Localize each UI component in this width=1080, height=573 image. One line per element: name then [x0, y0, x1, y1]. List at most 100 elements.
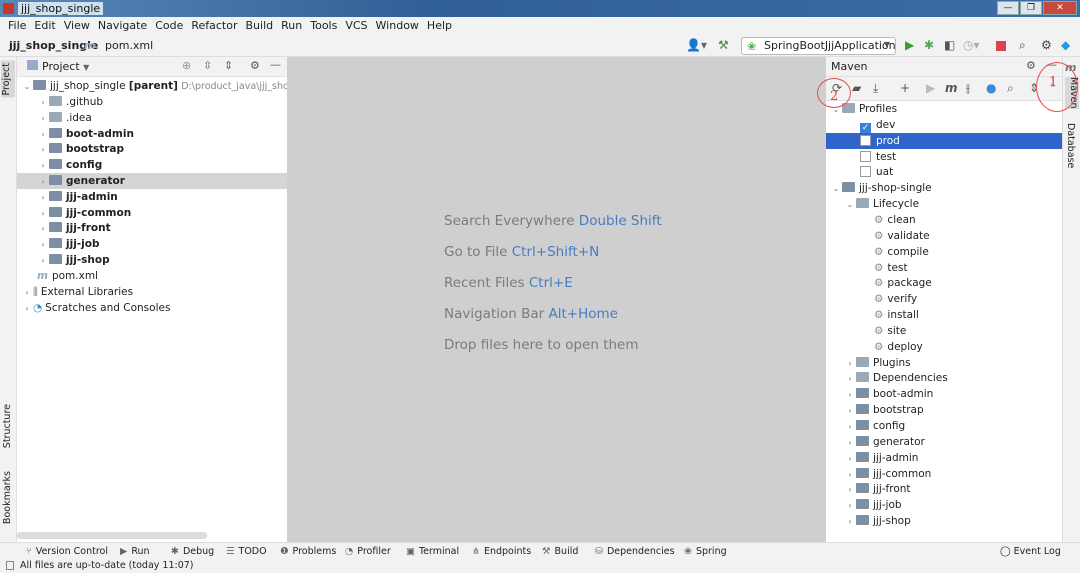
lifecycle-test[interactable]: ⚙ test	[826, 260, 1062, 276]
tab-database[interactable]: Database	[1065, 123, 1076, 168]
tree-item-jjjcommon[interactable]: › jjj-common	[17, 205, 287, 221]
profile-checkbox[interactable]	[860, 150, 871, 162]
tool-tab-spring[interactable]: ❀ Spring	[684, 546, 727, 557]
tool-tab-endpoints[interactable]: ⋔ Endpoints	[472, 546, 531, 557]
tree-lifecycle[interactable]: ⌄ Lifecycle	[826, 196, 1062, 212]
tool-tab-profiler[interactable]: ◔ Profiler	[345, 546, 391, 557]
tree-item-jjjshop[interactable]: › jjj-shop	[17, 252, 287, 268]
minimize-button[interactable]: —	[997, 1, 1019, 15]
lifecycle-install[interactable]: ⚙ install	[826, 307, 1062, 323]
tree-item-generator[interactable]: › generator	[17, 173, 287, 189]
module-bootstrap[interactable]: › bootstrap	[826, 402, 1062, 418]
download-icon[interactable]: ⤓	[873, 81, 878, 96]
maximize-button[interactable]: ❐	[1020, 1, 1042, 15]
gear-icon[interactable]: ⚙	[250, 59, 260, 72]
tree-item-github[interactable]: › .github	[17, 94, 287, 110]
profile-prod[interactable]: prod	[826, 132, 1062, 149]
tree-dependencies[interactable]: › Dependencies	[826, 370, 1062, 386]
run-icon[interactable]: ▶	[905, 38, 914, 52]
menu-refactor[interactable]: Refactor	[187, 17, 241, 35]
tool-tab-run[interactable]: ▶ Run	[120, 546, 150, 557]
expand-all-icon[interactable]: ⇳	[203, 59, 212, 72]
horizontal-scrollbar[interactable]	[17, 532, 207, 539]
tree-item-pom[interactable]: m pom.xml	[17, 268, 287, 284]
execute-goal-icon[interactable]: m	[945, 81, 958, 95]
tool-tab-build[interactable]: ⚒ Build	[542, 546, 578, 557]
project-view-select[interactable]: Project	[42, 60, 80, 73]
profile-icon[interactable]: ◷▾	[963, 38, 980, 52]
lifecycle-site[interactable]: ⚙ site	[826, 323, 1062, 339]
tree-plugins[interactable]: › Plugins	[826, 355, 1062, 371]
module-generator[interactable]: › generator	[826, 434, 1062, 450]
tree-item-config[interactable]: › config	[17, 157, 287, 173]
tool-tab-dependencies[interactable]: ⛁ Dependencies	[595, 546, 675, 557]
module-jjj-shop[interactable]: › jjj-shop	[826, 513, 1062, 529]
run-icon[interactable]: ▶	[926, 81, 935, 95]
toggle-offline-icon[interactable]: ⫲	[966, 81, 970, 96]
module-jjj-admin[interactable]: › jjj-admin	[826, 450, 1062, 466]
profile-dev[interactable]: ✓ dev	[826, 117, 1062, 134]
module-jjj-front[interactable]: › jjj-front	[826, 481, 1062, 497]
tree-item-bootadmin[interactable]: › boot-admin	[17, 126, 287, 142]
menu-tools[interactable]: Tools	[306, 17, 341, 35]
gear-icon[interactable]: ⚙	[1026, 59, 1036, 72]
build-hammer-icon[interactable]: ⚒	[718, 38, 729, 52]
event-log-tab[interactable]: ◯ Event Log	[1000, 546, 1061, 557]
menu-window[interactable]: Window	[372, 17, 423, 35]
profile-checkbox[interactable]	[860, 166, 871, 178]
tree-item-external-libraries[interactable]: › ⫼ External Libraries	[17, 284, 287, 300]
collapse-all-icon[interactable]: ⇕	[224, 59, 233, 72]
generate-sources-icon[interactable]: ▰	[852, 81, 861, 95]
profile-uat[interactable]: uat	[826, 164, 1062, 180]
lifecycle-validate[interactable]: ⚙ validate	[826, 228, 1062, 244]
debug-icon[interactable]: ✱	[924, 38, 934, 52]
tool-tab-problems[interactable]: ❶ Problems	[280, 546, 336, 557]
tree-root[interactable]: ⌄ jjj_shop_single [parent] D:\product_jav…	[17, 78, 307, 94]
module-jjj-job[interactable]: › jjj-job	[826, 497, 1062, 513]
tool-tab-terminal[interactable]: ▣ Terminal	[406, 546, 459, 557]
tree-project[interactable]: ⌄ jjj-shop-single	[826, 180, 1062, 196]
settings-gear-icon[interactable]: ⚙	[1041, 38, 1052, 52]
lifecycle-compile[interactable]: ⚙ compile	[826, 244, 1062, 260]
tree-item-bootstrap[interactable]: › bootstrap	[17, 141, 287, 157]
tab-project[interactable]: Project	[1, 61, 15, 98]
stop-icon[interactable]	[996, 41, 1006, 51]
menu-code[interactable]: Code	[151, 17, 187, 35]
breadcrumb-file[interactable]: pom.xml	[105, 39, 153, 52]
menu-help[interactable]: Help	[423, 17, 456, 35]
tree-item-idea[interactable]: › .idea	[17, 110, 287, 126]
profile-checkbox[interactable]	[860, 134, 871, 146]
search-icon[interactable]: ⌕	[1019, 38, 1026, 53]
tree-item-jjjadmin[interactable]: › jjj-admin	[17, 189, 287, 205]
lifecycle-package[interactable]: ⚙ package	[826, 275, 1062, 291]
tab-structure[interactable]: Structure	[2, 402, 13, 450]
module-jjj-common[interactable]: › jjj-common	[826, 466, 1062, 482]
module-boot-admin[interactable]: › boot-admin	[826, 386, 1062, 402]
search-icon[interactable]: ⌕	[1007, 81, 1014, 96]
chevron-down-icon[interactable]: ▼	[83, 63, 89, 72]
tree-item-jjjjob[interactable]: › jjj-job	[17, 236, 287, 252]
lifecycle-verify[interactable]: ⚙ verify	[826, 291, 1062, 307]
run-configuration-select[interactable]: ❀ SpringBootJjjApplication ▼	[741, 37, 896, 55]
user-icon[interactable]: 👤▾	[686, 38, 707, 52]
menu-file[interactable]: File	[4, 17, 30, 35]
tab-bookmarks[interactable]: Bookmarks	[2, 469, 13, 526]
lifecycle-clean[interactable]: ⚙ clean	[826, 212, 1062, 228]
tool-tab-version-control[interactable]: ⑂ Version Control	[26, 546, 108, 557]
lifecycle-deploy[interactable]: ⚙ deploy	[826, 339, 1062, 355]
close-button[interactable]: ✕	[1043, 1, 1077, 15]
toolbox-icon[interactable]: ◆	[1061, 38, 1070, 52]
tree-item-scratches[interactable]: › ◔ Scratches and Consoles	[17, 300, 287, 316]
tool-tab-todo[interactable]: ☰ TODO	[226, 546, 267, 557]
coverage-icon[interactable]: ◧	[944, 38, 955, 52]
module-config[interactable]: › config	[826, 418, 1062, 434]
tree-profiles[interactable]: ⌄ Profiles	[826, 101, 1062, 117]
tree-item-jjjfront[interactable]: › jjj-front	[17, 220, 287, 236]
locate-icon[interactable]: ⊕	[182, 59, 191, 72]
menu-vcs[interactable]: VCS	[341, 17, 371, 35]
add-icon[interactable]: +	[900, 81, 910, 95]
menu-run[interactable]: Run	[277, 17, 306, 35]
profile-test[interactable]: test	[826, 149, 1062, 165]
menu-navigate[interactable]: Navigate	[94, 17, 151, 35]
skip-tests-icon[interactable]: ●	[986, 81, 996, 95]
